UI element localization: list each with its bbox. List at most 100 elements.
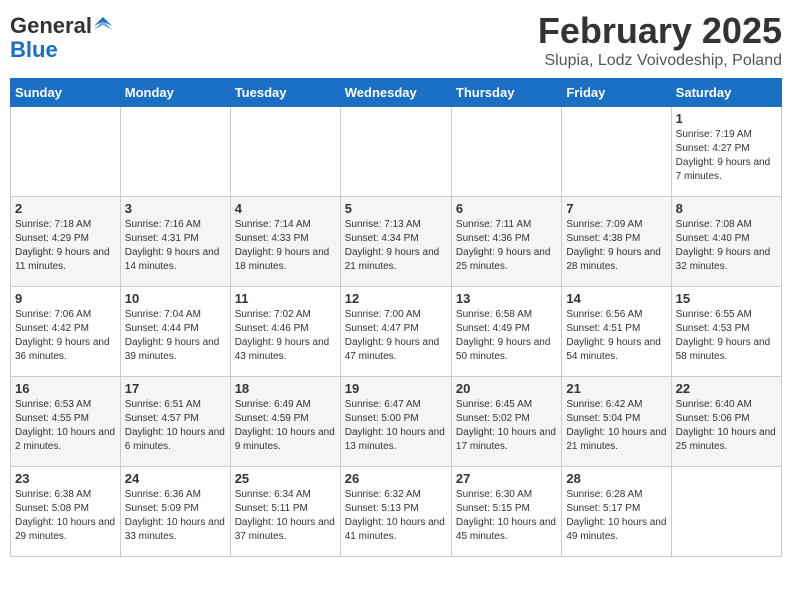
day-number: 25 xyxy=(235,471,336,486)
calendar-cell: 24Sunrise: 6:36 AM Sunset: 5:09 PM Dayli… xyxy=(120,467,230,557)
calendar-cell xyxy=(451,107,561,197)
header: General Blue February 2025 Slupia, Lodz … xyxy=(10,10,782,70)
day-info: Sunrise: 6:40 AM Sunset: 5:06 PM Dayligh… xyxy=(676,398,777,454)
day-number: 13 xyxy=(456,291,557,306)
day-info: Sunrise: 6:56 AM Sunset: 4:51 PM Dayligh… xyxy=(566,308,666,364)
calendar-cell: 10 Sunrise: 7:04 AM Sunset: 4:44 PM Dayli… xyxy=(120,287,230,377)
day-number: 19 xyxy=(345,381,447,396)
day-number: 20 xyxy=(456,381,557,396)
day-info: Sunrise: 6:49 AM Sunset: 4:59 PM Dayligh… xyxy=(235,398,336,454)
calendar-cell: 27 Sunrise: 6:30 AM Sunset: 5:15 PM Dayli… xyxy=(451,467,561,557)
day-number: 1 xyxy=(676,111,777,126)
day-number: 6 xyxy=(456,201,557,216)
calendar-body: 1 Sunrise: 7:19 AM Sunset: 4:27 PM Daylig… xyxy=(11,107,782,557)
day-info: Sunrise: 6:42 AM Sunset: 5:04 PM Dayligh… xyxy=(566,398,666,454)
calendar-cell: 19 Sunrise: 6:47 AM Sunset: 5:00 PM Dayli… xyxy=(340,377,451,467)
title-area: February 2025 Slupia, Lodz Voivodeship, … xyxy=(538,10,782,70)
logo-icon xyxy=(94,17,112,35)
weekday-header-saturday: Saturday xyxy=(671,79,781,107)
day-number: 4 xyxy=(235,201,336,216)
calendar: SundayMondayTuesdayWednesdayThursdayFrid… xyxy=(10,78,782,557)
day-number: 10 xyxy=(125,291,226,306)
day-info: Sunrise: 7:19 AM Sunset: 4:27 PM Dayligh… xyxy=(676,128,777,184)
day-info: Sunrise: 7:04 AM Sunset: 4:44 PM Dayligh… xyxy=(125,308,226,364)
day-number: 11 xyxy=(235,291,336,306)
day-info: Sunrise: 7:11 AM Sunset: 4:36 PM Dayligh… xyxy=(456,218,557,274)
day-info: Sunrise: 7:02 AM Sunset: 4:46 PM Dayligh… xyxy=(235,308,336,364)
calendar-cell: 5Sunrise: 7:13 AM Sunset: 4:34 PM Daylig… xyxy=(340,197,451,287)
calendar-week-1: 1 Sunrise: 7:19 AM Sunset: 4:27 PM Daylig… xyxy=(11,107,782,197)
day-number: 9 xyxy=(15,291,116,306)
calendar-cell: 15 Sunrise: 6:55 AM Sunset: 4:53 PM Dayli… xyxy=(671,287,781,377)
day-info: Sunrise: 6:53 AM Sunset: 4:55 PM Dayligh… xyxy=(15,398,116,454)
calendar-cell: 25 Sunrise: 6:34 AM Sunset: 5:11 PM Dayli… xyxy=(230,467,340,557)
calendar-cell: 28Sunrise: 6:28 AM Sunset: 5:17 PM Dayli… xyxy=(562,467,671,557)
day-number: 18 xyxy=(235,381,336,396)
day-number: 3 xyxy=(125,201,226,216)
weekday-header-row: SundayMondayTuesdayWednesdayThursdayFrid… xyxy=(11,79,782,107)
calendar-cell: 12 Sunrise: 7:00 AM Sunset: 4:47 PM Dayli… xyxy=(340,287,451,377)
calendar-cell: 2Sunrise: 7:18 AM Sunset: 4:29 PM Daylig… xyxy=(11,197,121,287)
calendar-cell: 7 Sunrise: 7:09 AM Sunset: 4:38 PM Daylig… xyxy=(562,197,671,287)
day-info: Sunrise: 7:13 AM Sunset: 4:34 PM Dayligh… xyxy=(345,218,447,274)
weekday-header-sunday: Sunday xyxy=(11,79,121,107)
day-info: Sunrise: 6:32 AM Sunset: 5:13 PM Dayligh… xyxy=(345,488,447,544)
day-info: Sunrise: 6:47 AM Sunset: 5:00 PM Dayligh… xyxy=(345,398,447,454)
day-info: Sunrise: 7:06 AM Sunset: 4:42 PM Dayligh… xyxy=(15,308,116,364)
weekday-header-monday: Monday xyxy=(120,79,230,107)
calendar-cell: 17 Sunrise: 6:51 AM Sunset: 4:57 PM Dayli… xyxy=(120,377,230,467)
calendar-cell: 11 Sunrise: 7:02 AM Sunset: 4:46 PM Dayli… xyxy=(230,287,340,377)
day-number: 21 xyxy=(566,381,666,396)
calendar-cell: 8Sunrise: 7:08 AM Sunset: 4:40 PM Daylig… xyxy=(671,197,781,287)
day-info: Sunrise: 6:58 AM Sunset: 4:49 PM Dayligh… xyxy=(456,308,557,364)
calendar-cell: 18 Sunrise: 6:49 AM Sunset: 4:59 PM Dayli… xyxy=(230,377,340,467)
day-info: Sunrise: 6:34 AM Sunset: 5:11 PM Dayligh… xyxy=(235,488,336,544)
calendar-cell: 26Sunrise: 6:32 AM Sunset: 5:13 PM Dayli… xyxy=(340,467,451,557)
calendar-cell xyxy=(120,107,230,197)
calendar-cell: 4 Sunrise: 7:14 AM Sunset: 4:33 PM Daylig… xyxy=(230,197,340,287)
day-info: Sunrise: 7:14 AM Sunset: 4:33 PM Dayligh… xyxy=(235,218,336,274)
calendar-cell: 21 Sunrise: 6:42 AM Sunset: 5:04 PM Dayli… xyxy=(562,377,671,467)
day-info: Sunrise: 7:09 AM Sunset: 4:38 PM Dayligh… xyxy=(566,218,666,274)
day-number: 22 xyxy=(676,381,777,396)
logo: General Blue xyxy=(10,14,112,62)
calendar-cell xyxy=(340,107,451,197)
day-number: 16 xyxy=(15,381,116,396)
day-info: Sunrise: 6:36 AM Sunset: 5:09 PM Dayligh… xyxy=(125,488,226,544)
day-info: Sunrise: 7:08 AM Sunset: 4:40 PM Dayligh… xyxy=(676,218,777,274)
day-number: 14 xyxy=(566,291,666,306)
day-info: Sunrise: 7:00 AM Sunset: 4:47 PM Dayligh… xyxy=(345,308,447,364)
weekday-header-tuesday: Tuesday xyxy=(230,79,340,107)
day-number: 12 xyxy=(345,291,447,306)
day-number: 2 xyxy=(15,201,116,216)
day-number: 7 xyxy=(566,201,666,216)
calendar-cell xyxy=(671,467,781,557)
calendar-cell: 13 Sunrise: 6:58 AM Sunset: 4:49 PM Dayli… xyxy=(451,287,561,377)
calendar-week-3: 9 Sunrise: 7:06 AM Sunset: 4:42 PM Daylig… xyxy=(11,287,782,377)
day-info: Sunrise: 6:38 AM Sunset: 5:08 PM Dayligh… xyxy=(15,488,116,544)
day-info: Sunrise: 6:55 AM Sunset: 4:53 PM Dayligh… xyxy=(676,308,777,364)
calendar-cell: 16 Sunrise: 6:53 AM Sunset: 4:55 PM Dayli… xyxy=(11,377,121,467)
calendar-cell: 3 Sunrise: 7:16 AM Sunset: 4:31 PM Daylig… xyxy=(120,197,230,287)
calendar-cell: 14 Sunrise: 6:56 AM Sunset: 4:51 PM Dayli… xyxy=(562,287,671,377)
day-number: 15 xyxy=(676,291,777,306)
calendar-cell: 6 Sunrise: 7:11 AM Sunset: 4:36 PM Daylig… xyxy=(451,197,561,287)
calendar-cell: 20Sunrise: 6:45 AM Sunset: 5:02 PM Dayli… xyxy=(451,377,561,467)
calendar-header: SundayMondayTuesdayWednesdayThursdayFrid… xyxy=(11,79,782,107)
calendar-cell: 1 Sunrise: 7:19 AM Sunset: 4:27 PM Daylig… xyxy=(671,107,781,197)
weekday-header-thursday: Thursday xyxy=(451,79,561,107)
day-number: 23 xyxy=(15,471,116,486)
weekday-header-friday: Friday xyxy=(562,79,671,107)
day-number: 28 xyxy=(566,471,666,486)
day-info: Sunrise: 7:16 AM Sunset: 4:31 PM Dayligh… xyxy=(125,218,226,274)
calendar-week-5: 23 Sunrise: 6:38 AM Sunset: 5:08 PM Dayli… xyxy=(11,467,782,557)
logo-blue-text: Blue xyxy=(10,38,112,62)
calendar-cell xyxy=(230,107,340,197)
day-info: Sunrise: 6:30 AM Sunset: 5:15 PM Dayligh… xyxy=(456,488,557,544)
calendar-cell: 22 Sunrise: 6:40 AM Sunset: 5:06 PM Dayli… xyxy=(671,377,781,467)
subtitle: Slupia, Lodz Voivodeship, Poland xyxy=(538,52,782,70)
day-number: 27 xyxy=(456,471,557,486)
calendar-cell xyxy=(11,107,121,197)
day-number: 17 xyxy=(125,381,226,396)
day-info: Sunrise: 6:51 AM Sunset: 4:57 PM Dayligh… xyxy=(125,398,226,454)
